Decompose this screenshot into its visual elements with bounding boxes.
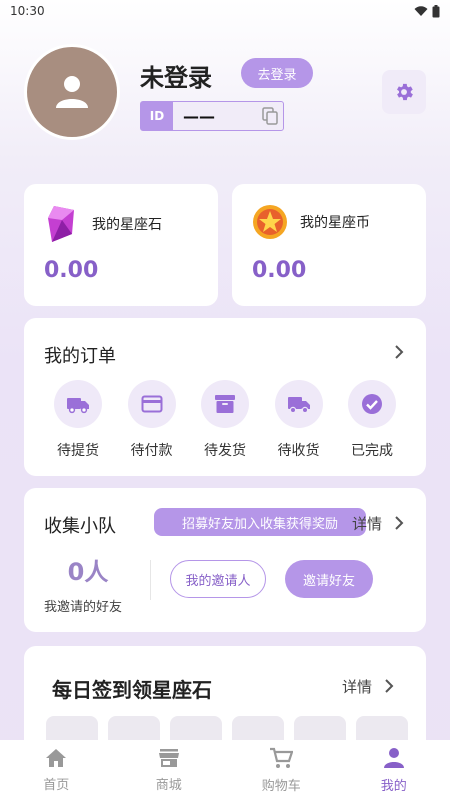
wifi-icon bbox=[414, 6, 428, 16]
truck-icon bbox=[67, 398, 89, 414]
id-value: —— bbox=[183, 106, 215, 126]
chevron-right-icon[interactable] bbox=[384, 678, 394, 694]
tab-cart[interactable]: 购物车 bbox=[236, 747, 326, 794]
my-inviter-button[interactable]: 我的邀请人 bbox=[170, 560, 266, 598]
tab-home[interactable]: 首页 bbox=[11, 748, 101, 793]
recruit-banner[interactable]: 招募好友加入收集获得奖励 bbox=[154, 508, 366, 536]
box-icon bbox=[215, 395, 235, 413]
check-icon bbox=[362, 394, 382, 414]
order-pending-shipment[interactable]: 待发货 bbox=[191, 380, 259, 460]
order-label: 已完成 bbox=[351, 443, 393, 459]
cart-icon bbox=[270, 747, 294, 768]
coin-wallet-value: 0.00 bbox=[252, 258, 307, 283]
order-status-list: 待提货 待付款 待发货 待收货 已完成 bbox=[34, 380, 416, 460]
order-completed[interactable]: 已完成 bbox=[338, 380, 406, 460]
copy-icon bbox=[262, 107, 278, 125]
card-icon bbox=[141, 395, 162, 413]
invite-friends-button[interactable]: 邀请好友 bbox=[285, 560, 373, 598]
status-bar: 10:30 bbox=[0, 0, 450, 22]
orders-card: 我的订单 待提货 待付款 待发货 待收货 已完成 bbox=[24, 318, 426, 476]
store-icon bbox=[158, 748, 179, 767]
tab-label: 商城 bbox=[155, 777, 182, 793]
team-card: 收集小队 招募好友加入收集获得奖励 详情 0人 我邀请的好友 我的邀请人 邀请好… bbox=[24, 488, 426, 632]
order-pending-pickup[interactable]: 待提货 bbox=[44, 380, 112, 460]
chevron-right-icon[interactable] bbox=[394, 515, 404, 531]
id-tag: ID bbox=[141, 102, 173, 130]
order-label: 待收货 bbox=[277, 443, 320, 459]
order-label: 待发货 bbox=[204, 443, 246, 459]
tab-label: 我的 bbox=[380, 778, 407, 794]
tab-label: 首页 bbox=[43, 777, 70, 793]
team-title: 收集小队 bbox=[44, 516, 116, 537]
delivery-truck-icon bbox=[287, 397, 310, 414]
gem-wallet-value: 0.00 bbox=[44, 258, 99, 283]
order-label: 待提货 bbox=[57, 443, 99, 459]
order-pending-payment[interactable]: 待付款 bbox=[118, 380, 186, 460]
settings-button[interactable] bbox=[382, 70, 426, 114]
chevron-right-icon[interactable] bbox=[394, 344, 404, 360]
signin-title: 每日签到领星座石 bbox=[52, 678, 212, 702]
person-icon bbox=[56, 76, 88, 108]
bottom-tab-bar: 首页 商城 购物车 我的 bbox=[0, 740, 450, 800]
tab-label: 购物车 bbox=[261, 778, 301, 794]
order-pending-receipt[interactable]: 待收货 bbox=[265, 380, 333, 460]
person-icon bbox=[383, 747, 404, 768]
status-time: 10:30 bbox=[10, 4, 45, 18]
coin-wallet-label: 我的星座币 bbox=[300, 215, 370, 231]
gem-icon bbox=[48, 206, 74, 242]
invite-count-label: 我邀请的好友 bbox=[44, 600, 123, 615]
gem-wallet-label: 我的星座石 bbox=[92, 217, 162, 233]
login-button[interactable]: 去登录 bbox=[241, 58, 313, 88]
coin-wallet-card[interactable]: 我的星座币 0.00 bbox=[232, 184, 426, 306]
star-coin-icon bbox=[253, 205, 287, 239]
signin-detail-link[interactable]: 详情 bbox=[342, 676, 372, 697]
avatar[interactable] bbox=[24, 44, 120, 140]
home-icon bbox=[46, 748, 67, 767]
status-icons bbox=[414, 4, 440, 18]
copy-button[interactable] bbox=[257, 102, 283, 130]
tab-store[interactable]: 商城 bbox=[124, 748, 214, 793]
team-detail-link[interactable]: 详情 bbox=[352, 513, 382, 534]
battery-icon bbox=[432, 4, 440, 17]
user-id-box: ID —— bbox=[140, 101, 284, 131]
username: 未登录 bbox=[140, 64, 212, 92]
orders-title: 我的订单 bbox=[44, 346, 116, 367]
order-label: 待付款 bbox=[130, 443, 173, 459]
gear-icon bbox=[397, 83, 413, 101]
gem-wallet-card[interactable]: 我的星座石 0.00 bbox=[24, 184, 218, 306]
invite-count: 0人 bbox=[67, 558, 109, 586]
divider bbox=[150, 560, 151, 600]
tab-mine[interactable]: 我的 bbox=[349, 747, 439, 794]
